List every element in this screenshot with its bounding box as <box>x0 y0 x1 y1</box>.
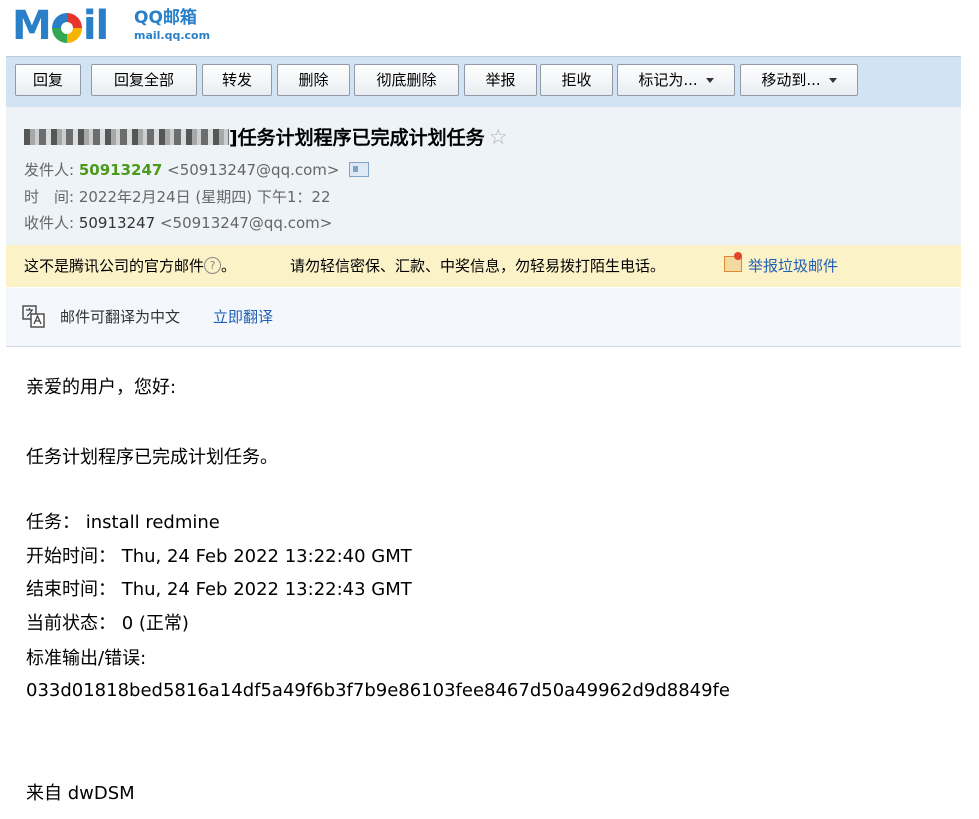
time-row: 时 间: 2022年2月24日 (星期四) 下午1：22 <box>24 187 331 207</box>
official-notice-end: 。 <box>221 257 237 275</box>
reject-button[interactable]: 拒收 <box>540 64 613 96</box>
translate-now-link[interactable]: 立即翻译 <box>213 288 273 346</box>
translate-bar: 邮件可翻译为中文 立即翻译 <box>6 288 961 347</box>
body-intro: 任务计划程序已完成计划任务。 <box>26 447 278 468</box>
fraud-warning-text: 请勿轻信密保、汇款、中奖信息，勿轻易拨打陌生电话。 <box>290 257 666 275</box>
forward-button[interactable]: 转发 <box>202 64 272 96</box>
qqmail-logo[interactable]: Mil <box>12 3 109 49</box>
logo-url: mail.qq.com <box>134 29 211 42</box>
move-to-dropdown[interactable]: 移动到... <box>740 64 858 96</box>
report-spam-link[interactable]: 举报垃圾邮件 <box>724 245 838 287</box>
chevron-down-icon <box>828 78 837 83</box>
recipient-row: 收件人: 50913247 <50913247@qq.com> <box>24 213 332 233</box>
delete-button[interactable]: 删除 <box>277 64 350 96</box>
chevron-down-icon <box>705 78 714 83</box>
body-output-value: 033d01818bed5816a14df5a49f6b3f7b9e86103f… <box>26 680 730 701</box>
security-warning-bar: 这不是腾讯公司的官方邮件?。 请勿轻信密保、汇款、中奖信息，勿轻易拨打陌生电话。… <box>6 245 961 287</box>
email-header: ]任务计划程序已完成计划任务 ☆ 发件人: 50913247 <50913247@… <box>6 107 961 245</box>
sender-address: <50913247@qq.com> <box>167 161 340 179</box>
official-notice: 这不是腾讯公司的官方邮件?。 <box>24 245 236 287</box>
logo-letters-il: il <box>82 3 109 49</box>
reply-button[interactable]: 回复 <box>15 64 81 96</box>
redacted-subject-prefix <box>24 129 229 145</box>
delete-permanent-button[interactable]: 彻底删除 <box>354 64 459 96</box>
sender-row: 发件人: 50913247 <50913247@qq.com> <box>24 160 370 180</box>
recipient-address: <50913247@qq.com> <box>159 214 333 232</box>
subject-text: ]任务计划程序已完成计划任务 <box>229 127 485 149</box>
sender-name[interactable]: 50913247 <box>79 161 163 179</box>
report-spam-icon <box>724 252 742 272</box>
translate-icon <box>22 305 45 328</box>
body-end-time: 结束时间： Thu, 24 Feb 2022 13:22:43 GMT <box>26 579 412 600</box>
contact-card-icon[interactable] <box>349 162 370 177</box>
time-value: 2022年2月24日 (星期四) 下午1：22 <box>78 188 331 206</box>
mail-toolbar: 回复 回复全部 转发 删除 彻底删除 举报 拒收 标记为... 移动到... <box>6 56 961 108</box>
move-to-label: 移动到... <box>761 71 821 89</box>
recipient-label: 收件人: <box>24 214 75 232</box>
official-notice-text: 这不是腾讯公司的官方邮件 <box>24 257 205 275</box>
report-button[interactable]: 举报 <box>464 64 537 96</box>
mark-as-dropdown[interactable]: 标记为... <box>617 64 735 96</box>
logo-product-name: QQ邮箱 <box>134 8 197 28</box>
body-start-time: 开始时间： Thu, 24 Feb 2022 13:22:40 GMT <box>26 546 412 567</box>
reply-all-button[interactable]: 回复全部 <box>91 64 197 96</box>
sender-label: 发件人: <box>24 161 75 179</box>
star-icon[interactable]: ☆ <box>489 125 508 149</box>
report-spam-label: 举报垃圾邮件 <box>748 257 839 275</box>
body-status: 当前状态： 0 (正常) <box>26 613 189 634</box>
logo-bar: Mil QQ邮箱 mail.qq.com <box>0 0 979 56</box>
translate-text: 邮件可翻译为中文 <box>60 308 181 326</box>
body-output-label: 标准输出/错误: <box>26 648 147 669</box>
body-task: 任务： install redmine <box>26 512 220 533</box>
body-greeting: 亲爱的用户，您好: <box>26 377 177 398</box>
time-label: 时 间: <box>24 188 75 206</box>
help-icon[interactable]: ? <box>204 257 222 274</box>
logo-letter-m: M <box>12 3 52 49</box>
recipient-name[interactable]: 50913247 <box>79 214 155 232</box>
body-signature: 来自 dwDSM <box>26 783 135 804</box>
mark-as-label: 标记为... <box>638 71 698 89</box>
logo-circle-icon <box>51 13 82 43</box>
email-subject: ]任务计划程序已完成计划任务 ☆ <box>24 124 508 151</box>
